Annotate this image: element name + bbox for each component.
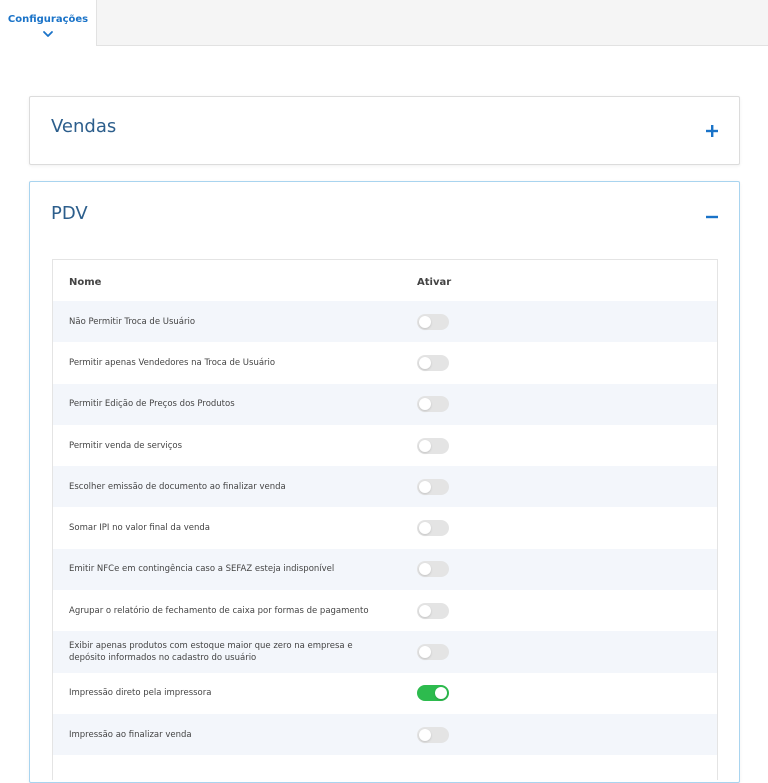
- chevron-down-icon: [43, 31, 53, 37]
- tab-configuracoes[interactable]: Configurações: [0, 0, 96, 46]
- activate-toggle[interactable]: [417, 726, 449, 743]
- activate-toggle[interactable]: [417, 561, 449, 578]
- column-header-ativar: Ativar: [417, 277, 452, 288]
- toggle-knob: [419, 315, 431, 328]
- activate-toggle[interactable]: [417, 478, 449, 495]
- setting-label: Emitir NFCe em contingência caso a SEFAZ…: [69, 564, 335, 575]
- section-pdv-title[interactable]: PDV: [51, 203, 88, 224]
- activate-toggle[interactable]: [417, 644, 449, 661]
- activate-toggle[interactable]: [417, 520, 449, 537]
- table-row: Somar IPI no valor final da venda: [53, 507, 717, 548]
- section-pdv: PDV Nome Ativar Não Permitir Troca de Us…: [29, 181, 740, 783]
- setting-label: Escolher emissão de documento ao finaliz…: [69, 481, 286, 492]
- toggle-knob: [419, 604, 431, 617]
- toggle-knob: [419, 480, 431, 493]
- column-header-nome: Nome: [69, 277, 102, 288]
- toggle-knob: [419, 439, 431, 452]
- toggle-knob: [419, 728, 431, 741]
- table-body: Não Permitir Troca de Usuário Permitir ap…: [53, 301, 717, 756]
- activate-toggle[interactable]: [417, 354, 449, 371]
- tab-configuracoes-label: Configurações: [7, 14, 89, 25]
- setting-label: Permitir venda de serviços: [69, 440, 183, 451]
- table-row: Emitir NFCe em contingência caso a SEFAZ…: [53, 548, 717, 591]
- table-row: Permitir Edição de Preços dos Produtos: [53, 383, 717, 425]
- table-row: Permitir apenas Vendedores na Troca de U…: [53, 342, 717, 383]
- setting-label: Permitir apenas Vendedores na Troca de U…: [69, 357, 276, 368]
- expand-plus-icon[interactable]: [705, 124, 719, 138]
- top-tab-bar: Configurações: [0, 0, 768, 46]
- setting-label: Agrupar o relatório de fechamento de cai…: [69, 605, 369, 616]
- table-row: Agrupar o relatório de fechamento de cai…: [53, 590, 717, 631]
- setting-label: Impressão direto pela impressora: [69, 688, 212, 699]
- activate-toggle[interactable]: [417, 602, 449, 619]
- pdv-settings-table: Nome Ativar Não Permitir Troca de Usuári…: [52, 259, 718, 780]
- setting-label: Somar IPI no valor final da venda: [69, 523, 210, 534]
- section-vendas-title[interactable]: Vendas: [51, 116, 116, 137]
- table-row: Impressão ao finalizar venda: [53, 713, 717, 756]
- section-vendas: Vendas: [29, 96, 740, 165]
- setting-label: Exibir apenas produtos com estoque maior…: [69, 641, 353, 664]
- toggle-knob: [419, 398, 431, 411]
- collapse-minus-icon[interactable]: [705, 210, 719, 224]
- table-header: Nome Ativar: [53, 260, 717, 301]
- toggle-knob: [419, 563, 431, 576]
- setting-label: Impressão ao finalizar venda: [69, 729, 192, 740]
- toggle-knob: [419, 356, 431, 369]
- setting-label: Permitir Edição de Preços dos Produtos: [69, 399, 235, 410]
- table-row: Exibir apenas produtos com estoque maior…: [53, 631, 717, 673]
- table-row: Impressão direto pela impressora: [53, 673, 717, 714]
- activate-toggle[interactable]: [417, 396, 449, 413]
- setting-label: Não Permitir Troca de Usuário: [69, 316, 196, 327]
- table-row: Permitir venda de serviços: [53, 425, 717, 466]
- table-row: Escolher emissão de documento ao finaliz…: [53, 466, 717, 508]
- tab-bar-filler: [96, 0, 768, 46]
- activate-toggle[interactable]: [417, 685, 449, 702]
- toggle-knob: [419, 522, 431, 535]
- toggle-knob: [419, 646, 431, 659]
- activate-toggle[interactable]: [417, 313, 449, 330]
- table-row: Não Permitir Troca de Usuário: [53, 301, 717, 343]
- activate-toggle[interactable]: [417, 437, 449, 454]
- toggle-knob: [435, 687, 447, 700]
